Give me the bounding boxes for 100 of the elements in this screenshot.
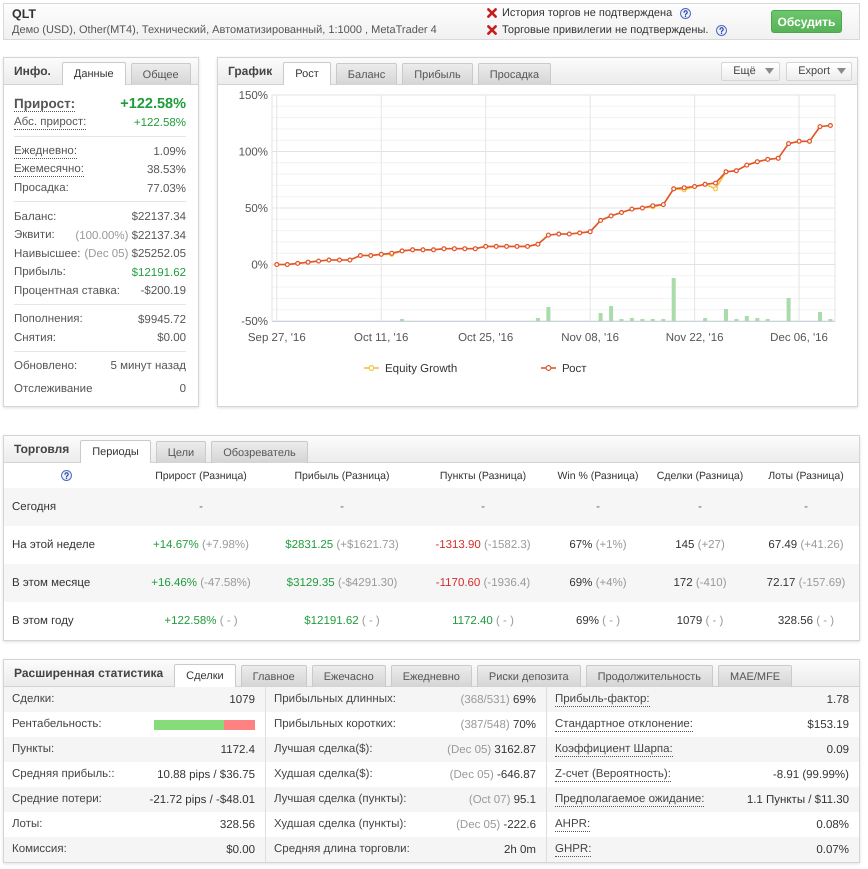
tab[interactable]: Продолжительность: [586, 665, 714, 687]
help-icon[interactable]: [60, 470, 72, 481]
table-cell: 69% (+4%): [556, 564, 640, 602]
stat-label: Лучшая сделка($):: [274, 743, 373, 756]
table-cell: -: [128, 488, 274, 526]
stat-label: Отслеживание: [14, 382, 92, 396]
stat-value: (368/531) 69%: [460, 694, 536, 706]
table-cell-text: 145 (+27): [674, 538, 726, 553]
stat-label: Ежедневно:: [14, 144, 78, 159]
stat-label: Эквити:: [14, 229, 55, 242]
help-icon[interactable]: [716, 24, 728, 36]
cross-icon: [487, 8, 497, 18]
stat-value: 38.53%: [146, 164, 186, 176]
table-cell-text: 1079 ( - ): [676, 614, 724, 629]
stat-label: Пополнения:: [14, 313, 83, 326]
dropdown-button[interactable]: Ещё: [721, 62, 780, 80]
stat-value: $12191.62: [132, 266, 186, 279]
stat-value: (100.00%) $22137.34: [75, 230, 186, 242]
legend-marker-icon: [541, 365, 556, 371]
cross-icon: [487, 25, 497, 35]
stat-value: 1.09%: [153, 146, 186, 158]
tab[interactable]: Риски депозита: [476, 665, 581, 687]
table-cell: -: [760, 488, 859, 526]
stat-value: 1172.4: [220, 744, 255, 756]
column-header: Сделки (Разница): [656, 468, 744, 484]
stat-label: Ежемесячно:: [14, 163, 84, 178]
axis-label: Nov 22, '16: [666, 332, 724, 344]
tab[interactable]: Общее: [130, 63, 191, 85]
histogram-bar: [818, 312, 822, 321]
tab[interactable]: MAE/MFE: [718, 665, 792, 687]
tab[interactable]: Рост: [283, 62, 331, 85]
histogram-bar: [546, 307, 550, 321]
dropdown-button[interactable]: Export: [786, 62, 852, 80]
warning-text: Торговые привилегии не подтверждены.: [502, 24, 708, 36]
legend-label[interactable]: Equity Growth: [385, 363, 458, 375]
stat-value: -$200.19: [140, 285, 186, 298]
stat-value: (Dec 05) -646.87: [450, 768, 536, 780]
legend-marker-icon: [364, 365, 379, 371]
stat-label: Прирост:: [14, 96, 76, 112]
stat-label: Процентная ставка:: [14, 284, 120, 298]
stat-label: Лучшая сделка (пункты):: [274, 793, 406, 806]
stat-label: Средняя длина торговли:: [274, 843, 410, 856]
tab[interactable]: Данные: [62, 62, 126, 85]
tab[interactable]: Обозреватель: [211, 441, 308, 463]
stat-label: Средняя прибыль::: [12, 768, 115, 781]
stat-value: (Oct 07) 95.1: [468, 794, 536, 806]
stat-value: 0.08%: [816, 818, 849, 830]
help-icon[interactable]: [680, 8, 692, 18]
axis-label: -50%: [241, 316, 268, 328]
axis-label: 50%: [244, 203, 268, 215]
tab[interactable]: Баланс: [336, 63, 398, 85]
column-header: Прибыль (Разница): [293, 468, 391, 484]
stat-label: Худшая сделка($):: [274, 768, 373, 781]
tab[interactable]: Главное: [240, 665, 307, 687]
stat-value: -21.72 pips / -$48.01: [150, 794, 255, 806]
stat-value: $153.19: [807, 718, 849, 730]
stat-value: $22137.34: [132, 211, 186, 224]
stat-value: -8.91 (99.99%): [772, 768, 849, 780]
panel-title: График: [228, 64, 272, 78]
stat-label: Баланс:: [14, 210, 56, 224]
stat-value: 0: [180, 383, 186, 395]
stat-label: Просадка:: [14, 182, 69, 196]
stat-value: 2h 0m: [504, 844, 536, 856]
tab[interactable]: Просадка: [478, 63, 552, 85]
stat-label: Прибыль-фактор:: [555, 692, 650, 706]
stat-value: (Dec 05) -222.6: [456, 818, 536, 830]
warning-text: История торгов не подтверждена: [502, 6, 672, 20]
table-cell: +16.46% (-47.58%): [128, 564, 274, 602]
stat-value: 0.09: [826, 744, 849, 756]
stat-label: Средние потери:: [12, 793, 102, 806]
axis-label: Nov 08, '16: [561, 332, 620, 344]
column-header: Win % (Разница): [556, 468, 640, 484]
column-header: Прирост (Разница): [154, 468, 248, 484]
axis-label: 150%: [238, 90, 268, 102]
stat-label: Стандартное отклонение:: [555, 718, 693, 732]
table-cell: -: [556, 488, 640, 526]
table-cell-text: 1172.40 ( - ): [451, 614, 515, 629]
tab[interactable]: Цели: [156, 441, 206, 463]
stat-value: +122.58%: [134, 117, 186, 130]
stat-value: 10.88 pips / $36.75: [157, 768, 255, 780]
stat-value: (Dec 05) 3162.87: [447, 744, 536, 756]
caret-icon: [765, 68, 774, 74]
histogram-bar: [598, 313, 603, 321]
panel-title: Инфо.: [14, 64, 51, 78]
tab[interactable]: Ежедневно: [390, 665, 472, 687]
axis-label: 0%: [251, 260, 268, 272]
stat-value: 1079: [229, 694, 255, 706]
table-cell: $3129.35 (-$4291.30): [274, 564, 410, 602]
row-label: В этом месяце: [4, 564, 128, 602]
axis-label: 100%: [238, 146, 268, 158]
tab[interactable]: Ежечасно: [312, 665, 386, 687]
tab[interactable]: Прибыль: [402, 63, 473, 85]
tab[interactable]: Сделки: [174, 664, 236, 687]
stat-label: Прибыль:: [14, 266, 66, 280]
tab[interactable]: Периоды: [80, 440, 151, 463]
legend-label[interactable]: Рост: [562, 363, 587, 375]
stat-value: 0.07%: [816, 844, 849, 856]
table-cell-text: $12191.62 ( - ): [303, 614, 381, 629]
panel-title: Расширенная статистика: [14, 666, 164, 680]
panel-title: Торговля: [14, 442, 70, 456]
